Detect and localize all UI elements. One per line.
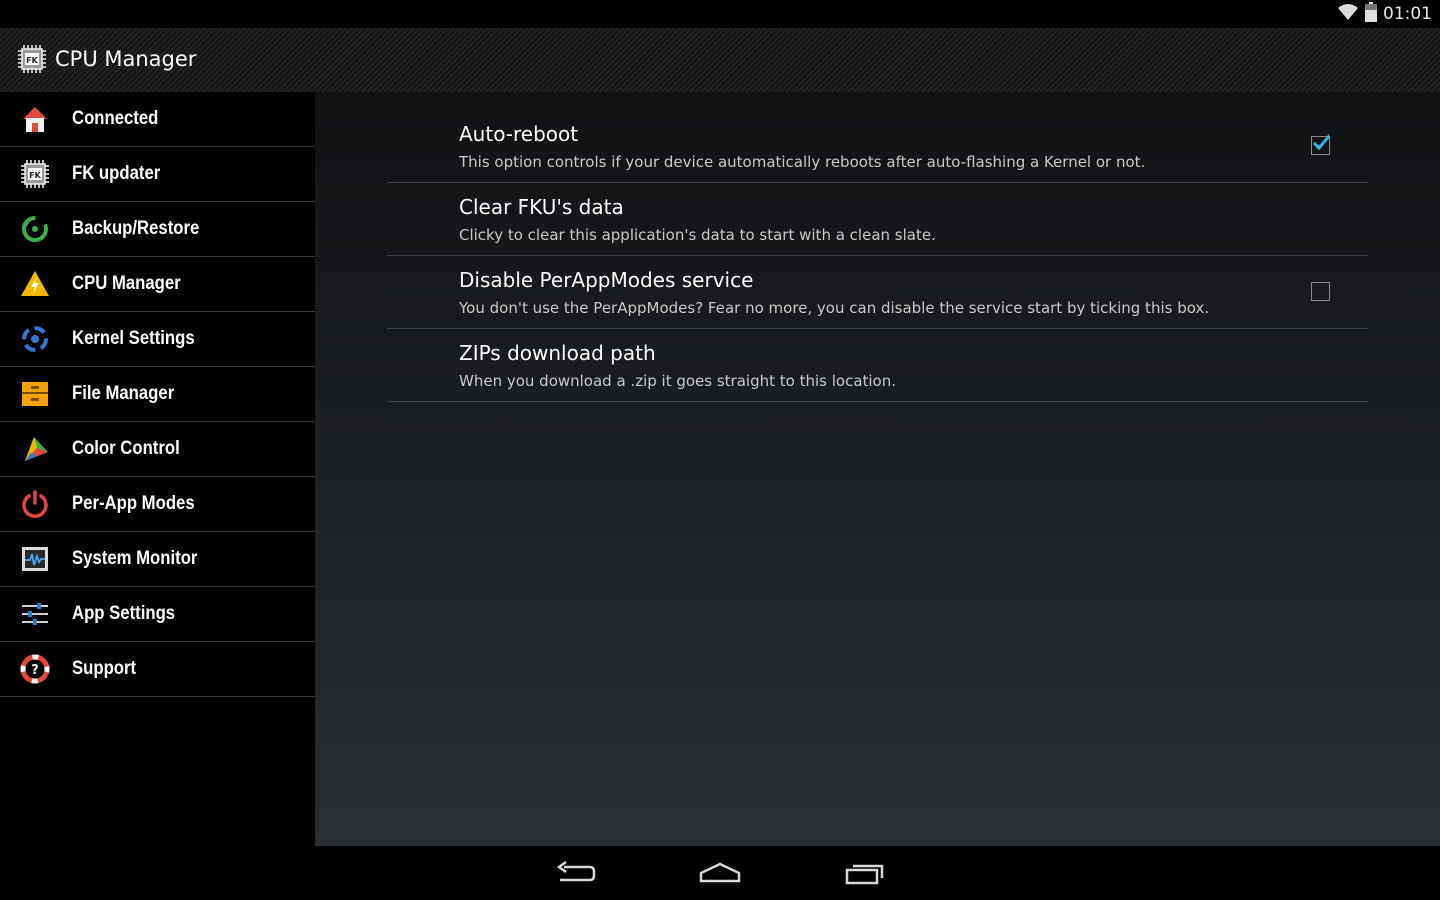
svg-text:?: ? bbox=[31, 663, 39, 678]
pref-summary: You don't use the PerAppModes? Fear no m… bbox=[459, 299, 1210, 317]
disable-perappmodes-checkbox[interactable] bbox=[1311, 282, 1330, 301]
warning-bolt-icon bbox=[19, 268, 51, 300]
drawer-item-app-settings[interactable]: App Settings bbox=[0, 587, 315, 642]
pref-title: Clear FKU's data bbox=[459, 195, 624, 219]
action-bar: FK CPU Manager bbox=[0, 28, 1440, 92]
monitor-graph-icon bbox=[19, 543, 51, 575]
drawer-item-backup-restore[interactable]: Backup/Restore bbox=[0, 202, 315, 257]
status-icons: 01:01 bbox=[1337, 1, 1432, 27]
backup-icon bbox=[19, 213, 51, 245]
pref-title: ZIPs download path bbox=[459, 341, 656, 365]
status-bar: 01:01 bbox=[0, 0, 1440, 28]
drawer-item-label: Support bbox=[72, 658, 137, 679]
drawer-item-cpu-manager[interactable]: CPU Manager bbox=[0, 257, 315, 312]
drawer-item-label: File Manager bbox=[72, 383, 175, 404]
pref-auto-reboot[interactable]: Auto-reboot This option controls if your… bbox=[387, 110, 1368, 183]
drawer-item-support[interactable]: ? Support bbox=[0, 642, 315, 697]
pref-disable-perappmodes[interactable]: Disable PerAppModes service You don't us… bbox=[387, 256, 1368, 329]
drawer-item-label: CPU Manager bbox=[72, 273, 181, 294]
drawer-item-fk-updater[interactable]: FK FK updater bbox=[0, 147, 315, 202]
kernel-settings-icon bbox=[19, 323, 51, 355]
drawer-item-connected[interactable]: Connected bbox=[0, 92, 315, 147]
sliders-icon bbox=[19, 598, 51, 630]
pref-summary: This option controls if your device auto… bbox=[459, 153, 1146, 171]
home-icon bbox=[19, 103, 51, 135]
fk-chip-icon[interactable]: FK bbox=[17, 43, 47, 75]
drawer-item-label: Connected bbox=[72, 108, 159, 129]
fk-chip-icon: FK bbox=[19, 158, 51, 190]
navigation-drawer: Connected FK FK updater Backup/Restore C… bbox=[0, 92, 315, 846]
system-nav-bar bbox=[0, 846, 1440, 900]
drawer-item-label: Per-App Modes bbox=[72, 493, 195, 514]
drawer-item-label: App Settings bbox=[72, 603, 176, 624]
svg-text:FK: FK bbox=[26, 56, 38, 65]
drawer-item-color-control[interactable]: Color Control bbox=[0, 422, 315, 477]
power-icon bbox=[19, 488, 51, 520]
battery-icon bbox=[1365, 1, 1377, 27]
drawer-item-label: Color Control bbox=[72, 438, 180, 459]
pref-summary: Clicky to clear this application's data … bbox=[459, 226, 936, 244]
app-title: CPU Manager bbox=[55, 47, 197, 71]
drawer-item-label: FK updater bbox=[72, 163, 161, 184]
lifebuoy-icon: ? bbox=[19, 653, 51, 685]
pref-title: Disable PerAppModes service bbox=[459, 268, 754, 292]
pref-zips-download-path[interactable]: ZIPs download path When you download a .… bbox=[387, 329, 1368, 402]
drawer-item-kernel-settings[interactable]: Kernel Settings bbox=[0, 312, 315, 367]
drawer-item-label: Backup/Restore bbox=[72, 218, 200, 239]
drawer-item-per-app-modes[interactable]: Per-App Modes bbox=[0, 477, 315, 532]
auto-reboot-checkbox[interactable] bbox=[1311, 134, 1330, 155]
drawer-item-file-manager[interactable]: File Manager bbox=[0, 367, 315, 422]
pref-summary: When you download a .zip it goes straigh… bbox=[459, 372, 897, 390]
wifi-icon bbox=[1337, 3, 1359, 26]
drawer-item-label: Kernel Settings bbox=[72, 328, 195, 349]
recents-icon[interactable] bbox=[835, 858, 895, 888]
status-time: 01:01 bbox=[1383, 4, 1432, 24]
pref-title: Auto-reboot bbox=[459, 122, 579, 146]
home-nav-icon[interactable] bbox=[690, 858, 750, 888]
pref-clear-fku-data[interactable]: Clear FKU's data Clicky to clear this ap… bbox=[387, 183, 1368, 256]
back-icon[interactable] bbox=[546, 858, 606, 888]
file-cabinet-icon bbox=[19, 378, 51, 410]
settings-panel: Auto-reboot This option controls if your… bbox=[315, 92, 1440, 846]
drawer-item-label: System Monitor bbox=[72, 548, 198, 569]
color-prism-icon bbox=[19, 433, 51, 465]
svg-text:FK: FK bbox=[29, 171, 41, 180]
drawer-item-system-monitor[interactable]: System Monitor bbox=[0, 532, 315, 587]
